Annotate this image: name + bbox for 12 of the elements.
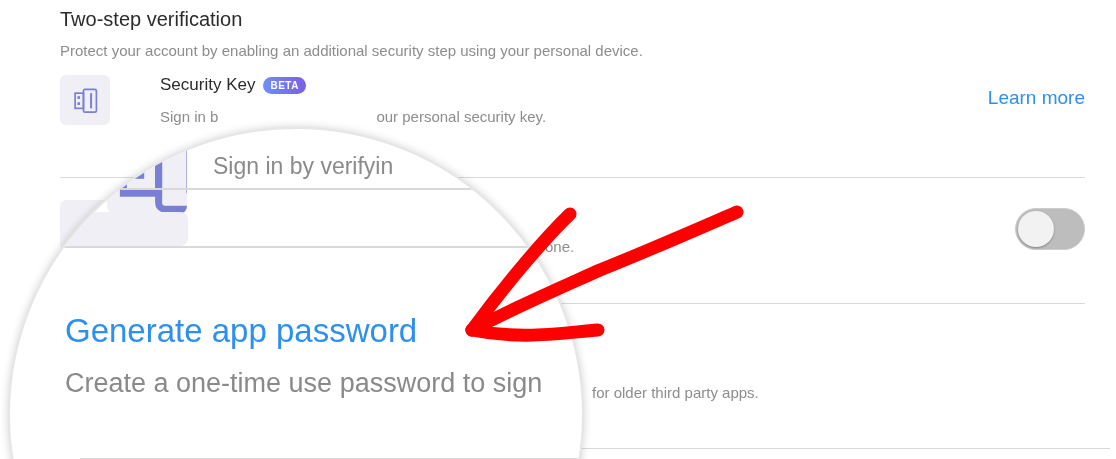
toggle-switch[interactable] <box>1015 208 1085 250</box>
section-description: Protect your account by enabling an additional security step using your personal device. <box>60 42 643 59</box>
generate-password-link[interactable]: Generate app password <box>65 312 418 350</box>
learn-more-link[interactable]: Learn more <box>987 87 1085 109</box>
section-title: Two-step verification <box>60 7 243 32</box>
method-title: Security Key <box>160 75 256 95</box>
method-description: Create a one-time use password to sign <box>65 368 543 399</box>
method-subtitle: our personal security key. <box>376 108 547 125</box>
method-subtitle: Sign in by verifyin <box>213 153 394 180</box>
method-subtitle: for older third party apps. <box>592 384 759 401</box>
beta-badge: BETA <box>263 76 306 94</box>
method-subtitle: Sign in b <box>160 108 219 125</box>
